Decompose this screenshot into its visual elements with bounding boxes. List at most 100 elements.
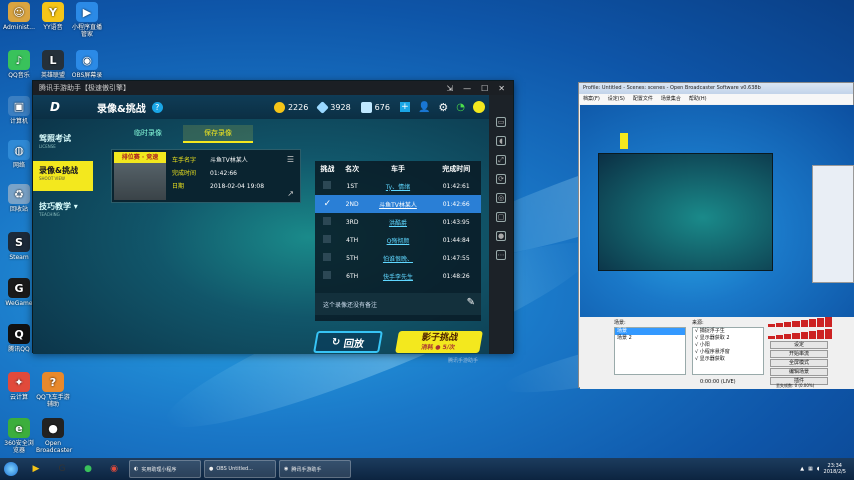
user-icon[interactable]: 👤 bbox=[418, 102, 430, 113]
table-row[interactable]: 6TH 快手李先生 01:48:26 bbox=[315, 267, 481, 285]
avatar[interactable] bbox=[473, 101, 485, 113]
menu-file[interactable]: 档案(F) bbox=[583, 95, 600, 103]
desktop-icon[interactable]: ◍ 网络 bbox=[2, 140, 36, 169]
desktop-icon[interactable]: ♻ 回收站 bbox=[2, 184, 36, 213]
saved-video-card[interactable]: 排位赛 · 竞速 车手名字 斗鱼TV林某人 完成时间 01:42:66 日期 2018… bbox=[111, 149, 301, 203]
menu-settings[interactable]: 设定(S) bbox=[608, 95, 625, 103]
desktop-icon[interactable]: e 360安全浏览器 bbox=[2, 418, 36, 454]
table-row[interactable]: 5TH 怕谁恨晚、 01:47:55 bbox=[315, 249, 481, 267]
plus-icon[interactable]: + bbox=[399, 102, 410, 112]
source-item[interactable]: √ 小程序悬浮窗 bbox=[693, 349, 763, 356]
table-row[interactable]: 1ST Ty、情绪 01:42:61 bbox=[315, 177, 481, 195]
driver-link[interactable]: Ty、情绪 bbox=[365, 177, 432, 195]
obs-titlebar[interactable]: Profile: Untitled - Scenes: scenes - Ope… bbox=[579, 83, 853, 94]
task-obs[interactable]: ● OBS Untitled... bbox=[204, 460, 276, 478]
gear-icon[interactable]: ⚙ bbox=[438, 101, 448, 114]
video-thumbnail[interactable]: 排位赛 · 竞速 bbox=[114, 152, 166, 200]
close-icon[interactable]: ✕ bbox=[498, 84, 505, 93]
challenge-checkbox[interactable] bbox=[323, 271, 332, 279]
game-titlebar[interactable]: 腾讯手游助手【极速傲引擎】 ⇲ — ☐ ✕ bbox=[33, 81, 513, 95]
start-button[interactable] bbox=[0, 458, 22, 480]
desktop-icon[interactable]: L 英雄联盟 bbox=[36, 50, 70, 79]
volume-tray-icon[interactable]: ◖ bbox=[817, 466, 820, 472]
tab-temp-video[interactable]: 临时录像 bbox=[113, 125, 183, 143]
sidebar-item-teaching[interactable]: 技巧教学 ▾ TEACHING bbox=[33, 197, 93, 223]
edit-scene-button[interactable]: 编辑场景 bbox=[770, 368, 828, 376]
replay-button[interactable]: ↻ 回放 bbox=[313, 331, 383, 353]
desktop-icon[interactable]: ◉ OBS屏幕录 bbox=[70, 50, 104, 79]
driver-link[interactable]: 怕谁恨晚、 bbox=[365, 249, 432, 267]
desktop-icon[interactable]: G WeGame bbox=[2, 278, 36, 307]
edit-icon[interactable]: ✎ bbox=[467, 297, 475, 308]
task-game-assistant[interactable]: ◉ 腾讯手游助手 bbox=[279, 460, 351, 478]
challenge-checkbox[interactable] bbox=[323, 217, 332, 225]
start-stream-button[interactable]: 开始串流 bbox=[770, 350, 828, 358]
help-icon[interactable]: ? bbox=[151, 101, 163, 113]
rotate-icon[interactable]: ⟳ bbox=[496, 174, 506, 184]
share-icon[interactable]: ↗ bbox=[287, 189, 294, 198]
task-miniprogram[interactable]: ◐ 实用助理小程序 bbox=[129, 460, 201, 478]
keyboard-icon[interactable]: ▭ bbox=[496, 117, 506, 127]
sidebar-item-license[interactable]: 驾照考试 LICENSE bbox=[33, 129, 93, 155]
pinned-app-icon[interactable]: ◉ bbox=[102, 460, 126, 478]
clock[interactable]: 23:34 2018/2/5 bbox=[824, 463, 846, 475]
fullscreen-icon[interactable]: ⇲ bbox=[446, 84, 453, 93]
driver-link[interactable]: 快手李先生 bbox=[365, 267, 432, 285]
volume-icon[interactable]: ◖ bbox=[496, 136, 506, 146]
record-icon[interactable]: ● bbox=[496, 231, 506, 241]
sources-list[interactable]: √ 捕捉浮子生 √ 显示器获取 2 √ 小阳 √ 小程序悬浮窗 √ 显示器获取 bbox=[692, 327, 764, 375]
scene-item[interactable]: 场景 2 bbox=[615, 335, 685, 342]
scene-item[interactable]: 场景 bbox=[615, 328, 685, 335]
minimize-icon[interactable]: — bbox=[463, 84, 471, 93]
pinned-app-icon[interactable]: ▶ bbox=[24, 460, 48, 478]
fullscreen-toggle-icon[interactable]: ⤢ bbox=[496, 155, 506, 165]
menu-profile[interactable]: 配置文件 bbox=[633, 95, 653, 103]
menu-scenes[interactable]: 场景集合 bbox=[661, 95, 681, 103]
shadow-challenge-button[interactable]: 影子挑战 消耗 ● 5/次 bbox=[395, 331, 483, 353]
desktop-icon[interactable]: Q 腾讯QQ bbox=[2, 324, 36, 353]
obs-preview[interactable] bbox=[580, 105, 854, 317]
table-row[interactable]: ✓ 2ND 斗鱼TV林某人 01:42:66 bbox=[315, 195, 481, 213]
desktop-icon[interactable]: S Steam bbox=[2, 232, 36, 261]
table-row[interactable]: 4TH Q殇彻颜 01:44:84 bbox=[315, 231, 481, 249]
tab-saved-video[interactable]: 保存录像 bbox=[183, 125, 253, 143]
pinned-app-icon[interactable]: G bbox=[50, 460, 74, 478]
driver-link[interactable]: 斗鱼TV林某人 bbox=[364, 195, 432, 213]
sidebar-item-video[interactable]: 录像&挑战 SHOOT VIEW bbox=[33, 161, 93, 191]
settings-button[interactable]: 设定 bbox=[770, 341, 828, 349]
more-icon[interactable]: ⋯ bbox=[496, 250, 506, 260]
driver-link[interactable]: Q殇彻颜 bbox=[365, 231, 432, 249]
maximize-icon[interactable]: ☐ bbox=[481, 84, 488, 93]
source-item[interactable]: √ 显示器获取 2 bbox=[693, 335, 763, 342]
challenge-checkbox[interactable]: ✓ bbox=[324, 199, 332, 209]
scenes-list[interactable]: 场景 场景 2 bbox=[614, 327, 686, 375]
rank-cell: 5TH bbox=[346, 254, 359, 262]
source-item[interactable]: √ 捕捉浮子生 bbox=[693, 328, 763, 335]
driver-link[interactable]: 洪酷爵 bbox=[365, 213, 432, 231]
location-icon[interactable]: ◎ bbox=[496, 193, 506, 203]
tray-arrow-icon[interactable]: ▲ bbox=[800, 466, 804, 472]
menu-help[interactable]: 帮助(H) bbox=[689, 95, 707, 103]
desktop-icon-label: QQ飞车手游辅助 bbox=[36, 394, 70, 408]
time-cell: 01:43:95 bbox=[442, 218, 470, 226]
screenshot-icon[interactable]: ▢ bbox=[496, 212, 506, 222]
network-icon[interactable]: ▦ bbox=[808, 466, 813, 472]
source-item[interactable]: √ 显示器获取 bbox=[693, 356, 763, 363]
desktop-icon[interactable]: ? QQ飞车手游辅助 bbox=[36, 372, 70, 408]
fullscreen-mode-button[interactable]: 全屏模式 bbox=[770, 359, 828, 367]
challenge-checkbox[interactable] bbox=[323, 181, 332, 189]
desktop-icon-label: Steam bbox=[9, 254, 29, 261]
source-item[interactable]: √ 小阳 bbox=[693, 342, 763, 349]
desktop-icon[interactable]: ▣ 计算机 bbox=[2, 96, 36, 125]
desktop-icon[interactable]: ▶ 小程序直播管家 bbox=[70, 2, 104, 38]
desktop-icon[interactable]: Y YY语音 bbox=[36, 2, 70, 31]
desktop-icon[interactable]: ☺ Administ... bbox=[2, 2, 36, 31]
desktop-icon[interactable]: ✦ 云计算 bbox=[2, 372, 36, 401]
pinned-app-icon[interactable]: ● bbox=[76, 460, 100, 478]
desktop-icon[interactable]: ♪ QQ音乐 bbox=[2, 50, 36, 79]
menu-icon[interactable]: ☰ bbox=[287, 155, 294, 164]
table-row[interactable]: 3RD 洪酷爵 01:43:95 bbox=[315, 213, 481, 231]
desktop-icon[interactable]: ● Open Broadcaster bbox=[36, 418, 72, 454]
challenge-checkbox[interactable] bbox=[323, 253, 332, 261]
challenge-checkbox[interactable] bbox=[323, 235, 332, 243]
